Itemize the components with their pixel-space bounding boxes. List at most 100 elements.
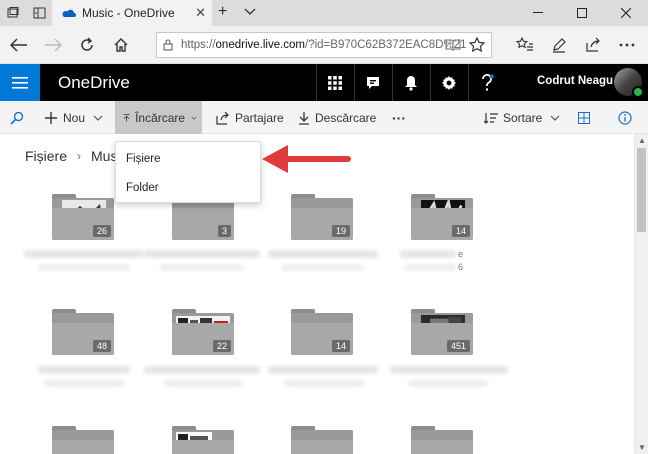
folder-tile[interactable]: 26 xyxy=(52,194,114,240)
help-button[interactable] xyxy=(468,64,505,101)
scroll-down-icon[interactable]: ▼ xyxy=(638,443,646,452)
browser-tab-music[interactable]: Music - OneDrive ✕ xyxy=(52,0,212,26)
folder-tile[interactable] xyxy=(52,426,114,454)
folder-date-redacted xyxy=(160,264,244,271)
close-icon xyxy=(621,8,631,18)
share-button-label: Partajare xyxy=(235,110,284,125)
share-button[interactable]: Partajare xyxy=(216,101,284,134)
new-button-label: Nou xyxy=(63,110,86,125)
item-count-badge: 26 xyxy=(92,225,111,237)
folder-name-redacted xyxy=(400,250,456,258)
close-icon[interactable]: ✕ xyxy=(195,5,206,21)
home-button[interactable] xyxy=(108,32,134,58)
folder-tile[interactable] xyxy=(411,426,473,454)
onedrive-cloud-icon xyxy=(62,9,76,17)
folder-date-fragment: 6 xyxy=(458,262,464,272)
info-icon xyxy=(618,110,632,125)
folder-tile[interactable] xyxy=(291,426,353,454)
breadcrumb: Fișiere › Music xyxy=(25,148,128,164)
waffle-grid-icon xyxy=(328,75,342,90)
minimize-button[interactable] xyxy=(516,0,560,26)
maximize-icon xyxy=(577,8,587,18)
details-pane-button[interactable] xyxy=(618,101,637,134)
new-tab-button[interactable]: + xyxy=(218,3,227,21)
sort-button[interactable]: Sortare xyxy=(484,101,565,134)
item-count-badge: 3 xyxy=(217,225,231,237)
new-button[interactable]: Nou xyxy=(44,101,108,134)
folder-tile[interactable] xyxy=(172,426,234,454)
breadcrumb-root[interactable]: Fișiere xyxy=(25,148,67,164)
hamburger-icon xyxy=(12,76,28,89)
folder-tile[interactable]: 14 xyxy=(411,194,473,240)
chevron-down-icon xyxy=(93,115,103,121)
folder-date-redacted xyxy=(38,264,130,271)
user-name[interactable]: Codrut Neagu xyxy=(537,75,613,87)
folder-date-redacted xyxy=(164,380,242,387)
status-online-icon xyxy=(632,86,644,98)
upload-button[interactable]: Încărcare xyxy=(115,101,202,134)
reading-view-button[interactable] xyxy=(440,32,466,58)
close-window-button[interactable] xyxy=(604,0,648,26)
back-button[interactable] xyxy=(6,32,32,58)
folder-date-redacted xyxy=(282,264,364,271)
help-question-icon xyxy=(482,73,494,91)
refresh-button[interactable] xyxy=(74,32,100,58)
chevron-down-icon[interactable] xyxy=(244,5,256,19)
item-count-badge: 22 xyxy=(212,340,231,352)
tab-list-icon[interactable] xyxy=(0,0,26,26)
folder-tile[interactable]: 14 xyxy=(291,309,353,355)
folder-date-redacted xyxy=(44,380,124,387)
chevron-right-icon: › xyxy=(77,149,82,163)
more-browser-button[interactable] xyxy=(614,32,640,58)
share-browser-button[interactable] xyxy=(580,32,606,58)
arrow-right-icon xyxy=(45,38,62,52)
maximize-button[interactable] xyxy=(560,0,604,26)
folder-tile[interactable]: 22 xyxy=(172,309,234,355)
favorite-button[interactable] xyxy=(464,32,490,58)
scrollbar-thumb[interactable] xyxy=(637,148,646,232)
skype-chat-button[interactable] xyxy=(354,64,391,101)
folder-tile[interactable]: 48 xyxy=(52,309,114,355)
download-button[interactable]: Descărcare xyxy=(298,101,376,134)
folder-name-redacted xyxy=(144,366,260,374)
notifications-button[interactable] xyxy=(392,64,429,101)
search-icon xyxy=(10,111,24,125)
app-launcher-button[interactable] xyxy=(0,64,40,101)
vertical-scrollbar[interactable]: ▲ ▼ xyxy=(634,134,648,454)
upload-menu-item-folder[interactable]: Folder xyxy=(116,173,260,202)
chevron-down-icon xyxy=(191,116,197,120)
favorites-hub-button[interactable] xyxy=(512,32,538,58)
tabs-aside-icon[interactable] xyxy=(26,0,52,26)
command-bar: Nou Încărcare Partajare Descărcare ··· S… xyxy=(0,101,648,134)
chevron-down-icon xyxy=(550,115,560,121)
sort-icon xyxy=(484,112,498,124)
forward-button[interactable] xyxy=(40,32,66,58)
folder-tile[interactable]: 19 xyxy=(291,194,353,240)
upload-arrow-icon xyxy=(123,113,130,122)
view-tiles-button[interactable] xyxy=(578,101,595,134)
folder-name-redacted xyxy=(144,250,260,258)
upload-menu: Fișiere Folder xyxy=(115,141,261,203)
app-brand[interactable]: OneDrive xyxy=(58,73,130,93)
folder-tile[interactable]: 451 xyxy=(411,309,473,355)
folder-name-redacted xyxy=(390,366,508,374)
folder-date-redacted xyxy=(404,264,456,271)
folder-date-redacted xyxy=(284,380,364,387)
avatar[interactable] xyxy=(614,68,644,98)
settings-button[interactable] xyxy=(430,64,467,101)
upload-menu-item-files[interactable]: Fișiere xyxy=(116,144,260,173)
download-arrow-icon xyxy=(299,111,309,125)
item-count-badge: 19 xyxy=(331,225,350,237)
search-button[interactable] xyxy=(10,101,32,134)
more-commands-button[interactable]: ··· xyxy=(392,101,406,134)
apps-button[interactable] xyxy=(316,64,353,101)
browser-titlebar: Music - OneDrive ✕ + xyxy=(0,0,648,26)
folder-name-fragment: e xyxy=(458,249,464,259)
folder-date-redacted xyxy=(408,380,488,387)
minimize-icon xyxy=(533,12,543,13)
web-note-button[interactable] xyxy=(546,32,572,58)
grid-view-icon xyxy=(578,111,590,124)
sort-button-label: Sortare xyxy=(503,110,543,125)
scroll-up-icon[interactable]: ▲ xyxy=(638,136,646,145)
annotation-arrow-icon xyxy=(262,145,351,173)
